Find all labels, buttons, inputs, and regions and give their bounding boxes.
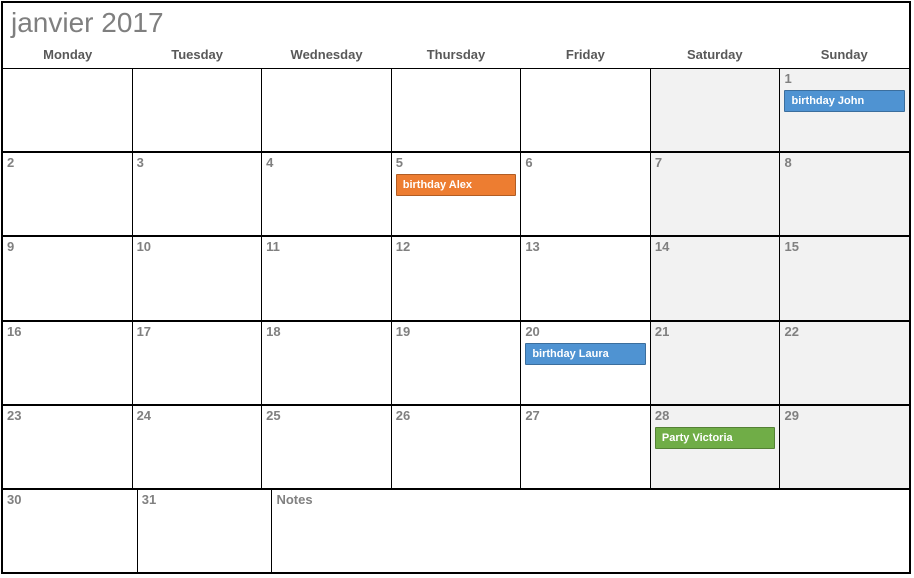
day-cell[interactable]: 21 — [651, 322, 781, 404]
weekday-header-row: Monday Tuesday Wednesday Thursday Friday… — [3, 47, 909, 69]
day-cell[interactable]: 2 — [3, 153, 133, 235]
calendar-grid: 1birthday John2345birthday Alex678910111… — [3, 69, 909, 572]
notes-label: Notes — [276, 492, 905, 507]
day-number: 9 — [7, 239, 128, 254]
day-number: 11 — [266, 239, 387, 254]
day-cell[interactable] — [392, 69, 522, 151]
day-cell[interactable]: 25 — [262, 406, 392, 488]
day-number: 14 — [655, 239, 776, 254]
day-number: 19 — [396, 324, 517, 339]
day-number: 2 — [7, 155, 128, 170]
day-cell[interactable] — [651, 69, 781, 151]
calendar-event[interactable]: birthday John — [784, 90, 905, 112]
day-cell[interactable]: 8 — [780, 153, 909, 235]
week-row: 23 24 25 26 27 28 Party Victoria 29 — [3, 406, 909, 490]
day-cell[interactable] — [521, 69, 651, 151]
day-number: 6 — [525, 155, 646, 170]
day-number: 29 — [784, 408, 905, 423]
week-row: 2345 birthday Alex 678 — [3, 153, 909, 237]
day-number: 15 — [784, 239, 905, 254]
day-cell[interactable]: 18 — [262, 322, 392, 404]
weekday-header: Wednesday — [262, 47, 391, 68]
day-cell[interactable]: 22 — [780, 322, 909, 404]
day-number: 4 — [266, 155, 387, 170]
day-number: 8 — [784, 155, 905, 170]
day-cell[interactable] — [3, 69, 133, 151]
day-number: 28 — [655, 408, 776, 423]
day-number: 10 — [137, 239, 258, 254]
month-title: janvier 2017 — [3, 3, 909, 47]
day-cell[interactable]: 31 — [138, 490, 273, 572]
week-row: 16 17 18 19 20 birthday Laura 21 22 — [3, 322, 909, 406]
day-cell[interactable]: 16 — [3, 322, 133, 404]
weekday-header: Saturday — [650, 47, 779, 68]
calendar: janvier 2017 Monday Tuesday Wednesday Th… — [1, 1, 911, 574]
day-number: 27 — [525, 408, 646, 423]
day-cell[interactable]: 4 — [262, 153, 392, 235]
calendar-event[interactable]: birthday Alex — [396, 174, 517, 196]
day-cell[interactable]: 29 — [780, 406, 909, 488]
day-number: 22 — [784, 324, 905, 339]
day-number: 25 — [266, 408, 387, 423]
day-cell[interactable] — [262, 69, 392, 151]
day-cell[interactable]: 28 Party Victoria — [651, 406, 781, 488]
day-cell[interactable]: 9 — [3, 237, 133, 319]
day-cell[interactable]: 20 birthday Laura — [521, 322, 651, 404]
day-cell[interactable]: 30 — [3, 490, 138, 572]
weekday-header: Monday — [3, 47, 132, 68]
day-number: 26 — [396, 408, 517, 423]
weekday-header: Thursday — [391, 47, 520, 68]
day-cell[interactable]: 26 — [392, 406, 522, 488]
day-number: 30 — [7, 492, 133, 507]
day-cell[interactable]: 5 birthday Alex — [392, 153, 522, 235]
day-cell[interactable]: 7 — [651, 153, 781, 235]
day-cell[interactable]: 17 — [133, 322, 263, 404]
day-cell[interactable]: 13 — [521, 237, 651, 319]
day-number: 7 — [655, 155, 776, 170]
day-cell[interactable]: 24 — [133, 406, 263, 488]
day-number: 17 — [137, 324, 258, 339]
day-cell[interactable]: 1 birthday John — [780, 69, 909, 151]
week-row: 1 birthday John — [3, 69, 909, 153]
day-cell[interactable] — [133, 69, 263, 151]
day-number: 1 — [784, 71, 905, 86]
day-number: 12 — [396, 239, 517, 254]
day-number: 13 — [525, 239, 646, 254]
weekday-header: Tuesday — [132, 47, 261, 68]
day-number: 23 — [7, 408, 128, 423]
day-cell[interactable]: 3 — [133, 153, 263, 235]
calendar-event[interactable]: birthday Laura — [525, 343, 646, 365]
day-cell[interactable]: 6 — [521, 153, 651, 235]
weekday-header: Sunday — [780, 47, 909, 68]
day-cell[interactable]: 11 — [262, 237, 392, 319]
week-row: 30 31 Notes — [3, 490, 909, 572]
day-number: 24 — [137, 408, 258, 423]
day-number: 5 — [396, 155, 517, 170]
day-cell[interactable]: 23 — [3, 406, 133, 488]
day-cell[interactable]: 27 — [521, 406, 651, 488]
day-cell[interactable]: 12 — [392, 237, 522, 319]
day-number: 21 — [655, 324, 776, 339]
day-cell[interactable]: 15 — [780, 237, 909, 319]
day-number: 3 — [137, 155, 258, 170]
week-row: 9 10 11 12 13 14 15 — [3, 237, 909, 321]
notes-area[interactable]: Notes — [272, 490, 909, 572]
day-number: 16 — [7, 324, 128, 339]
day-number: 18 — [266, 324, 387, 339]
day-cell[interactable]: 14 — [651, 237, 781, 319]
day-cell[interactable]: 10 — [133, 237, 263, 319]
calendar-event[interactable]: Party Victoria — [655, 427, 776, 449]
weekday-header: Friday — [521, 47, 650, 68]
day-number: 20 — [525, 324, 646, 339]
day-number: 31 — [142, 492, 268, 507]
day-cell[interactable]: 19 — [392, 322, 522, 404]
